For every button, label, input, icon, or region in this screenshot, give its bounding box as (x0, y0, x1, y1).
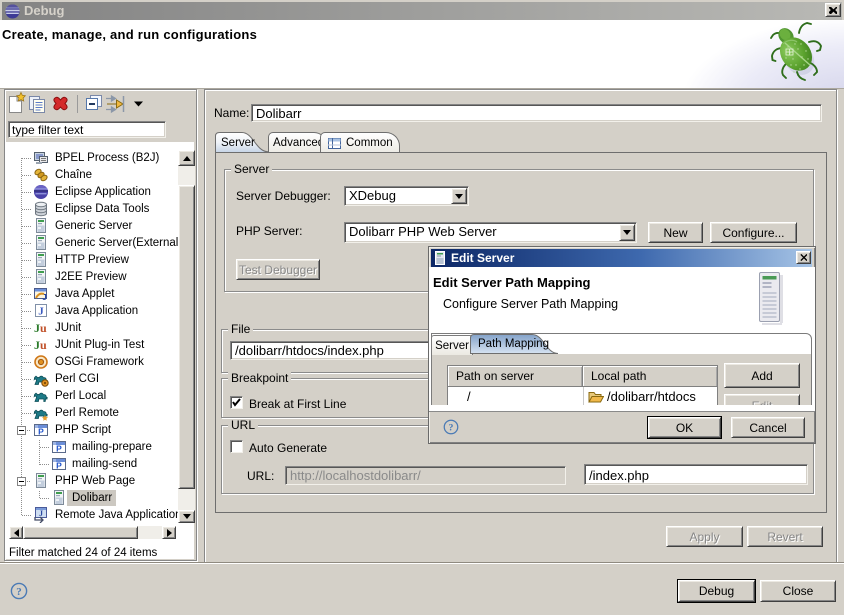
svg-text:P: P (38, 427, 44, 437)
svg-text:?: ? (449, 423, 454, 434)
svg-text:?: ? (16, 586, 22, 598)
svg-text:u: u (40, 338, 47, 352)
svg-text:u: u (40, 321, 47, 335)
svg-text:J: J (38, 306, 44, 318)
svg-text:P: P (56, 444, 62, 454)
svg-text:J: J (39, 509, 43, 518)
svg-text:J: J (42, 293, 46, 302)
svg-text:P: P (56, 461, 62, 471)
